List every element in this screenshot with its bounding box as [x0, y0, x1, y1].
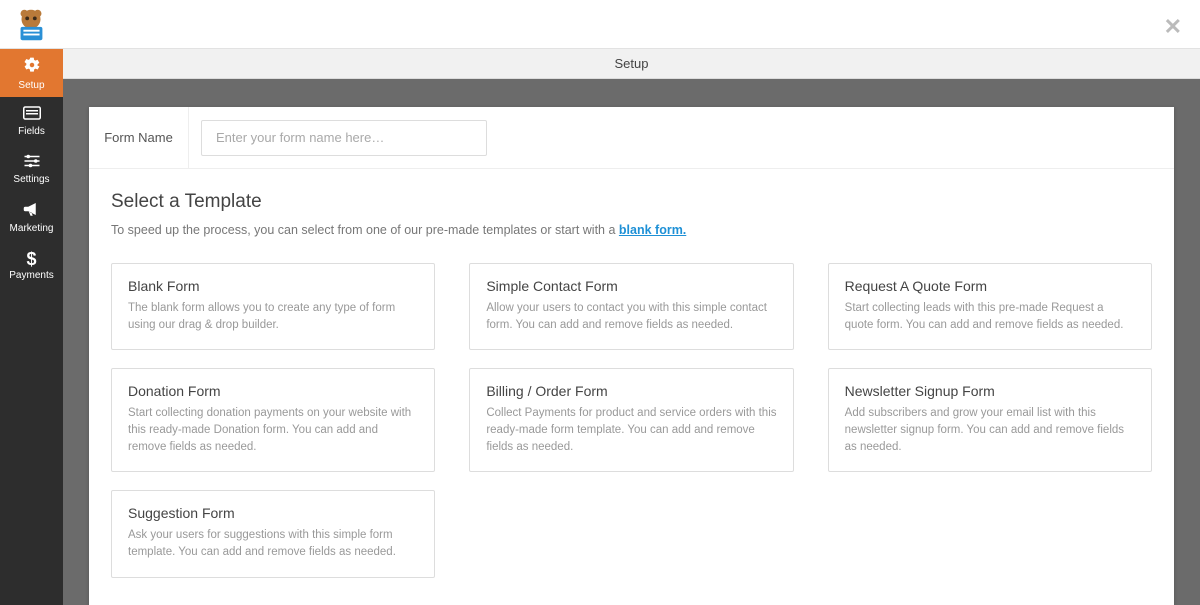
template-card-title: Blank Form	[128, 278, 418, 294]
sidebar-item-settings[interactable]: Settings	[0, 145, 63, 193]
template-card-request-quote[interactable]: Request A Quote Form Start collecting le…	[828, 263, 1152, 350]
template-card-title: Suggestion Form	[128, 505, 418, 521]
form-name-row: Form Name	[89, 107, 1174, 169]
template-card-suggestion[interactable]: Suggestion Form Ask your users for sugge…	[111, 490, 435, 577]
template-subtext: To speed up the process, you can select …	[111, 223, 1152, 237]
gear-icon	[23, 56, 41, 78]
fields-icon	[23, 106, 41, 124]
template-card-donation[interactable]: Donation Form Start collecting donation …	[111, 368, 435, 472]
sidebar-item-label: Settings	[13, 174, 49, 185]
template-card-title: Donation Form	[128, 383, 418, 399]
left-sidebar: Setup Fields Settings Marketing $ Paymen…	[0, 49, 63, 605]
template-card-desc: Allow your users to contact you with thi…	[486, 300, 776, 333]
dollar-icon: $	[26, 250, 36, 268]
template-heading: Select a Template	[111, 191, 1152, 213]
sidebar-item-marketing[interactable]: Marketing	[0, 193, 63, 241]
template-card-blank[interactable]: Blank Form The blank form allows you to …	[111, 263, 435, 350]
template-card-desc: The blank form allows you to create any …	[128, 300, 418, 333]
template-card-title: Simple Contact Form	[486, 278, 776, 294]
main-area: Setup Form Name Select a Template To spe…	[63, 49, 1200, 605]
template-section: Select a Template To speed up the proces…	[89, 169, 1174, 588]
form-name-label: Form Name	[89, 107, 189, 168]
sidebar-item-label: Setup	[18, 80, 44, 91]
app-logo	[12, 6, 50, 44]
template-card-billing[interactable]: Billing / Order Form Collect Payments fo…	[469, 368, 793, 472]
template-card-desc: Collect Payments for product and service…	[486, 405, 776, 455]
template-card-title: Billing / Order Form	[486, 383, 776, 399]
blank-form-link[interactable]: blank form.	[619, 223, 686, 237]
sidebar-item-label: Payments	[9, 270, 53, 281]
sidebar-item-setup[interactable]: Setup	[0, 49, 63, 97]
template-grid: Blank Form The blank form allows you to …	[111, 263, 1152, 578]
close-icon[interactable]: ✕	[1164, 14, 1182, 40]
template-card-desc: Add subscribers and grow your email list…	[845, 405, 1135, 455]
template-subtext-prefix: To speed up the process, you can select …	[111, 223, 619, 237]
sidebar-item-label: Marketing	[10, 223, 54, 234]
section-title-strip: Setup	[63, 49, 1200, 79]
template-card-desc: Start collecting donation payments on yo…	[128, 405, 418, 455]
sidebar-item-label: Fields	[18, 126, 45, 137]
template-card-simple-contact[interactable]: Simple Contact Form Allow your users to …	[469, 263, 793, 350]
section-title: Setup	[615, 56, 649, 71]
form-name-input[interactable]	[201, 120, 487, 156]
template-card-newsletter[interactable]: Newsletter Signup Form Add subscribers a…	[828, 368, 1152, 472]
sidebar-item-fields[interactable]: Fields	[0, 97, 63, 145]
top-bar: ✕	[0, 0, 1200, 49]
sidebar-item-payments[interactable]: $ Payments	[0, 241, 63, 289]
template-card-desc: Ask your users for suggestions with this…	[128, 527, 418, 560]
bullhorn-icon	[23, 201, 41, 221]
template-card-title: Newsletter Signup Form	[845, 383, 1135, 399]
template-card-desc: Start collecting leads with this pre-mad…	[845, 300, 1135, 333]
sliders-icon	[23, 154, 41, 172]
template-card-title: Request A Quote Form	[845, 278, 1135, 294]
setup-panel: Form Name Select a Template To speed up …	[89, 107, 1174, 605]
